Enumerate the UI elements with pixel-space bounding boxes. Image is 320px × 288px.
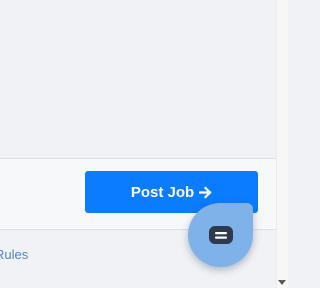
chat-launcher-button[interactable] <box>188 203 253 267</box>
rules-link[interactable]: Rules <box>0 247 28 262</box>
post-job-label: Post Job <box>130 183 195 201</box>
arrow-right-icon <box>199 185 212 199</box>
scroll-down-arrow-icon[interactable] <box>278 280 286 285</box>
content-area <box>0 0 276 158</box>
scrollbar[interactable] <box>276 0 288 288</box>
chat-bubble-icon <box>208 225 234 245</box>
